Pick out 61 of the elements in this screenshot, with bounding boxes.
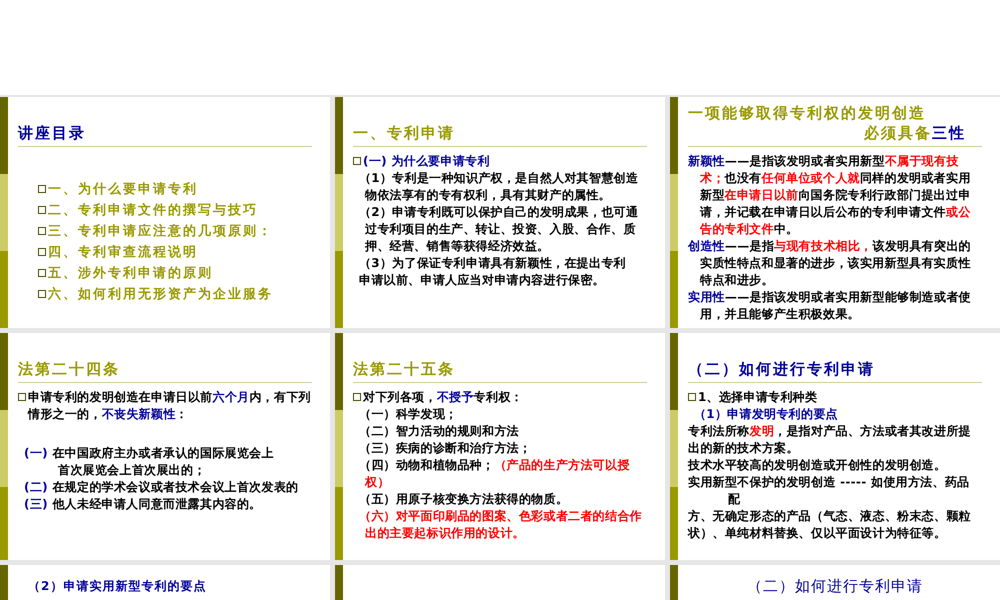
slide-text: 配: [727, 491, 742, 508]
slide-text: （一）科学发现；: [358, 406, 458, 423]
slide-thumbnail[interactable]: 讲座目录 一、为什么要申请专利 二、专利申请文件的撰写与技巧 三、专利申请应注意的几项原则： 四、专利审查流程说明 五、涉外专利申请的原则 六、如何利用无形资产为企业服务: [0, 97, 330, 328]
bullet-icon: [38, 290, 46, 298]
slide-text: (三) 他人未经申请人同意而泄露其内容的。: [23, 496, 262, 513]
slide-text: (二) 在规定的学术会议或者技术会议上首次发表的: [23, 479, 300, 496]
bullet-text: 对下列各项，不授予专利权：: [363, 389, 523, 406]
slide-text: （2）申请专利既可以保护自己的发明成果，也可通过专利项目的生产、转让、投资、入股、合作、质押、经营、销售等获得经济效益。: [358, 204, 640, 255]
bullet-icon: [18, 393, 26, 401]
bullet-icon: [353, 157, 361, 165]
bullet-icon: [38, 248, 46, 256]
slide-text: （1）申请发明专利的要点: [693, 406, 839, 423]
slide-title: 一、专利申请: [353, 123, 456, 143]
slide-title: 法第二十五条: [353, 359, 456, 379]
slide-text: 新颖性——是指该发明或者实用新型不属于现有技术；也没有任何单位或个人就同样的发明或者实用新型在申请日以前向国务院专利行政部门提出过申请，并记载在申请日以后公布的专利申请文件或公告的专利文件中。: [688, 153, 972, 238]
slide-thumbnail[interactable]: （二）如何进行专利申请: [670, 565, 1000, 600]
bullet-text: 1、选择申请专利种类: [698, 389, 818, 406]
slide-text: 技术水平较高的发明创造或开创性的发明创造。: [688, 457, 948, 474]
slide-text: （六）对平面印刷品的图案、色彩或者二者的结合作出的主要起标识作用的设计。: [358, 508, 643, 542]
agenda-item: 六、如何利用无形资产为企业服务: [48, 286, 273, 304]
slide-thumbnail[interactable]: 法第二十五条 对下列各项，不授予专利权： （一）科学发现； （二）智力活动的规则和方法 （三）疾病的诊断和治疗方法； （四）动物和植物品种；（产品的生产方法可以授权） （五）用原子核变换方法获得的物质。 （六）对平面印刷品的图案、色彩或者二者的结合作出的主要起标识作用的设计。: [335, 333, 665, 560]
slide-text: 首次展览会上首次展出的；: [57, 462, 207, 479]
slide-thumbnail[interactable]: [670, 97, 1000, 328]
bullet-icon: [688, 393, 696, 401]
slide-thumbnail[interactable]: [335, 565, 665, 600]
bullet-icon: [38, 206, 46, 214]
slide-text: （四）动物和植物品种；（产品的生产方法可以授权）: [358, 457, 631, 491]
slide-text: （1）专利是一种知识产权，是自然人对其智慧创造物依法享有的专有权利，具有其财产的属性。: [358, 170, 640, 204]
slide-text: （二）智力活动的规则和方法: [358, 423, 520, 440]
slide-thumbnail[interactable]: 法第二十四条 申请专利的发明创造在申请日以前六个月 内，有下列情形之一的，不丧失新颖性： (一) 在中国政府主办或者承认的国际展览会上 首次展览会上首次展出的； (二) 在规定的学术会议或者技术会议上首次发表的 (三) 他人未经申请人同意而泄露其内容的。: [0, 333, 330, 560]
agenda-item: 五、涉外专利申请的原则: [48, 265, 213, 283]
slide-text: （五）用原子核变换方法获得的物质。: [358, 491, 570, 508]
bullet-icon: [38, 269, 46, 277]
slide-title: 讲座目录: [18, 123, 87, 143]
slide-title: 法第二十四条: [18, 359, 121, 379]
agenda-item: 三、专利申请应注意的几项原则：: [48, 222, 273, 241]
slide-thumbnail[interactable]: （二）如何进行专利申请 1、选择申请专利种类 （1）申请发明专利的要点 专利法所称发明，是指对产品、方法或者其改进所提出的新的技术方案。 技术水平较高的发明创造或开创性的发明创造。 实用新型不保护的发明创造 ----- 如使用方法、药品 配 方、无确定形态的产品（气态、液态、粉末态、颗粒状）、单纯材料替换、仅以平面设计为特征等。: [670, 333, 1000, 560]
slide-thumbnail[interactable]: （2）申请实用新型专利的要点: [0, 565, 330, 600]
slide-text: 实用新型不保护的发明创造 ----- 如使用方法、药品: [688, 474, 970, 491]
bullet-icon: [38, 227, 46, 235]
slide-text: 创造性——是指与现有技术相比，该发明具有突出的实质性特点和显著的进步，该实用新型具有实质性特点和进步。: [688, 238, 972, 289]
slide-text: 实用性——是指该发明或者实用新型能够制造或者使用，并且能够产生积极效果。: [688, 289, 972, 323]
bullet-text: (一) 为什么要申请专利: [363, 153, 490, 170]
slide-title: 必须具备三性: [862, 123, 967, 143]
slide-text: （三）疾病的诊断和治疗方法；: [358, 440, 532, 457]
bullet-icon: [38, 185, 46, 193]
slide-text: 申请以前、申请人应当对申请内容进行保密。: [358, 272, 606, 289]
slide-text: 方、无确定形态的产品（气态、液态、粉末态、颗粒状）、单纯材料替换、仅以平面设计为特征等。: [688, 508, 972, 542]
agenda-item: 四、专利审查流程说明: [48, 244, 198, 262]
slide-title: （二）如何进行专利申请: [746, 576, 924, 596]
slide-text: (一) 在中国政府主办或者承认的国际展览会上: [23, 445, 275, 462]
agenda-item: 二、专利申请文件的撰写与技巧: [48, 202, 258, 220]
agenda-item: 一、为什么要申请专利: [48, 181, 198, 199]
slide-text: （3）为了保证专利申请具有新颖性，在提出专利: [358, 255, 627, 272]
slide-text: 专利法所称发明，是指对产品、方法或者其改进所提出的新的技术方案。: [688, 423, 972, 457]
slide-thumbnail[interactable]: 一、专利申请 (一) 为什么要申请专利 （1）专利是一种知识产权，是自然人对其智慧创造物依法享有的专有权利，具有其财产的属性。 （2）申请专利既可以保护自己的发明成果，也可通过专利项目的生产、转让、投资、入股、合作、质押、经营、销售等获得经济效益。 （3）为了保证专利申请具有新颖性，在提出专利 申请以前、申请人应当对申请内容进行保密。: [335, 97, 665, 328]
bullet-text: 申请专利的发明创造在申请日以前六个月 内，有下列情形之一的，不丧失新颖性：: [28, 389, 312, 423]
slide-title: 一项能够取得专利权的发明创造: [688, 103, 927, 123]
slide-title: （2）申请实用新型专利的要点: [27, 578, 208, 595]
slide-title: （二）如何进行专利申请: [688, 359, 876, 379]
bullet-icon: [353, 393, 361, 401]
